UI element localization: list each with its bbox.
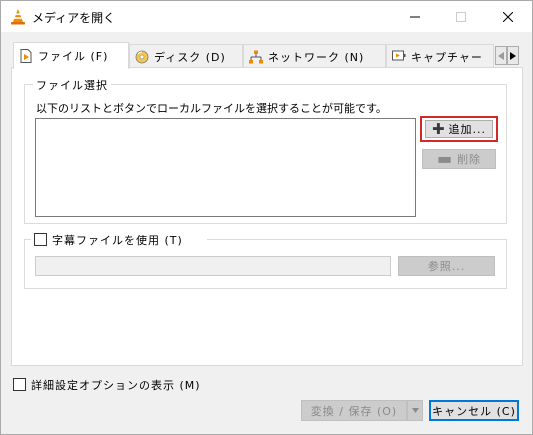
cancel-button-label: キャンセル (C) — [432, 404, 516, 418]
capture-device-icon — [391, 49, 407, 65]
window-title: メディアを開く — [32, 11, 116, 25]
network-icon — [248, 49, 264, 65]
add-file-button-label: 追加... — [448, 123, 487, 136]
minus-icon: ▬ — [436, 149, 454, 168]
tab-file-label: ファイル (F) — [38, 50, 109, 63]
show-advanced-options-label: 詳細設定オプションの表示 (M) — [31, 379, 201, 392]
minimize-button[interactable] — [392, 1, 438, 32]
file-selection-description: 以下のリストとボタンでローカルファイルを選択することが可能です。 — [36, 102, 387, 115]
chevron-down-icon — [411, 408, 419, 413]
remove-file-button[interactable]: ▬ 削除 — [422, 149, 496, 169]
file-selection-group-title: ファイル選択 — [33, 77, 111, 93]
tab-network-label: ネットワーク (N) — [268, 50, 365, 64]
arrow-right-icon — [510, 51, 516, 60]
tab-file[interactable]: ファイル (F) — [13, 42, 129, 69]
tab-capture-label: キャプチャー — [411, 50, 483, 64]
title-bar: メディアを開く — [1, 1, 532, 32]
tab-bar: ファイル (F) ディスク (D) ネットワーク (N) キャプチャー — [11, 42, 523, 69]
file-list[interactable] — [35, 118, 416, 217]
use-subtitle-label: 字幕ファイルを使用 (T) — [52, 234, 183, 247]
tab-disc-label: ディスク (D) — [154, 50, 226, 64]
tab-scroll-right-button[interactable] — [507, 46, 519, 65]
tab-scroll-left-button[interactable] — [495, 46, 507, 65]
cancel-button[interactable]: キャンセル (C) — [429, 400, 519, 421]
file-play-icon — [18, 48, 34, 64]
plus-icon: ✚ — [431, 120, 446, 138]
show-advanced-options-checkbox[interactable] — [13, 378, 26, 391]
close-icon — [503, 11, 513, 22]
add-button-highlight: ✚ 追加... — [420, 116, 498, 142]
disc-icon — [134, 49, 150, 65]
vlc-cone-icon — [11, 9, 25, 25]
add-file-button[interactable]: ✚ 追加... — [425, 120, 493, 138]
maximize-icon — [456, 11, 466, 22]
open-media-dialog: メディアを開く ファイル (F) ディスク (D) ネットワーク (N) キャプ… — [0, 0, 533, 435]
tab-network[interactable]: ネットワーク (N) — [243, 44, 386, 68]
use-subtitle-checkbox[interactable] — [34, 233, 47, 246]
maximize-button — [438, 1, 484, 32]
arrow-left-icon — [498, 51, 504, 60]
browse-subtitle-button-label: 参照... — [427, 260, 466, 273]
remove-file-button-label: 削除 — [457, 153, 482, 166]
subtitle-file-input[interactable] — [35, 256, 391, 276]
convert-save-button[interactable]: 変換 / 保存 (O) — [301, 400, 407, 421]
tab-capture[interactable]: キャプチャー — [386, 44, 494, 68]
close-button[interactable] — [485, 1, 531, 32]
browse-subtitle-button[interactable]: 参照... — [398, 256, 495, 276]
convert-save-button-label: 変換 / 保存 (O) — [310, 404, 398, 418]
tab-disc[interactable]: ディスク (D) — [129, 44, 243, 68]
convert-save-dropdown-button[interactable] — [407, 400, 423, 421]
minimize-icon — [410, 16, 420, 17]
